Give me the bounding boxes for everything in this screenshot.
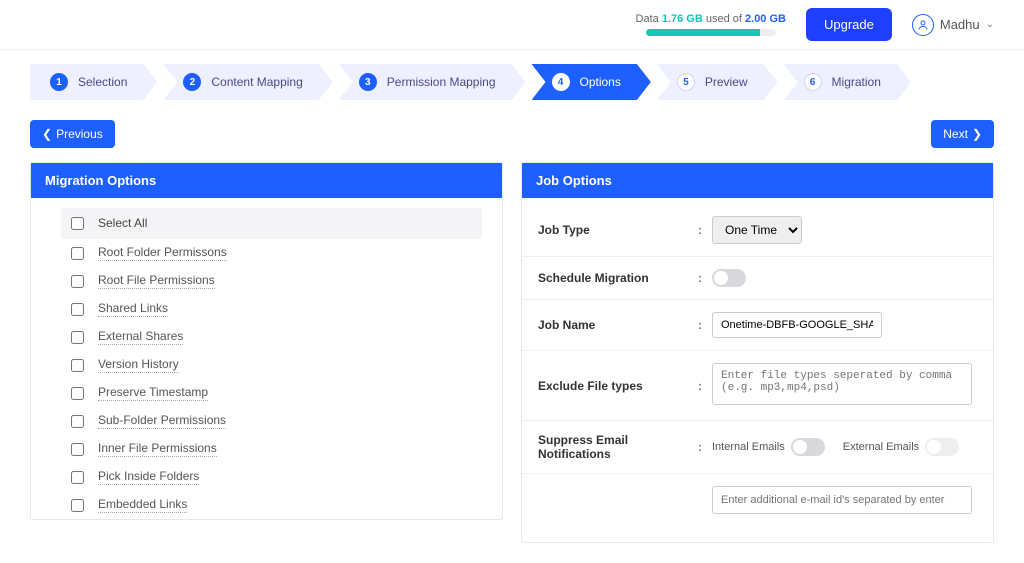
job-type-select[interactable]: One Time: [712, 216, 802, 244]
exclude-label: Exclude File types: [538, 379, 698, 393]
job-options-panel: Job Options Job Type : One Time Schedule…: [521, 162, 994, 543]
option-checkbox[interactable]: [71, 471, 84, 484]
step-label: Preview: [705, 75, 748, 89]
option-label: Inner File Permissions: [98, 441, 217, 457]
option-label: Embedded Links: [98, 497, 187, 513]
step-label: Content Mapping: [211, 75, 302, 89]
previous-button[interactable]: ❮ Previous: [30, 120, 115, 148]
step-label: Options: [580, 75, 621, 89]
option-row: Root File Permissions: [71, 267, 482, 295]
option-row: Root Folder Permissons: [71, 239, 482, 267]
next-button[interactable]: Next ❯: [931, 120, 994, 148]
data-used-of: used of: [706, 13, 742, 25]
option-label: Sub-Folder Permissions: [98, 413, 226, 429]
option-row: Inner File Permissions: [71, 435, 482, 463]
schedule-label: Schedule Migration: [538, 271, 698, 285]
top-bar: Data 1.76 GB used of 2.00 GB Upgrade Mad…: [0, 0, 1024, 50]
step-number: 2: [183, 73, 201, 91]
option-label: Root File Permissions: [98, 273, 215, 289]
option-checkbox[interactable]: [71, 247, 84, 260]
step-options[interactable]: 4 Options: [532, 64, 651, 100]
suppress-row: Suppress Email Notifications : Internal …: [522, 421, 993, 474]
user-menu[interactable]: Madhu ⌄: [912, 14, 994, 36]
username-label: Madhu: [940, 17, 980, 32]
exclude-row: Exclude File types :: [522, 351, 993, 421]
option-row: Pick Inside Folders: [71, 463, 482, 491]
select-all-checkbox[interactable]: [71, 217, 84, 230]
option-checkbox[interactable]: [71, 499, 84, 512]
job-name-input[interactable]: [712, 312, 882, 338]
step-preview[interactable]: 5 Preview: [657, 64, 778, 100]
internal-emails-label: Internal Emails: [712, 441, 785, 453]
step-number: 4: [552, 73, 570, 91]
step-selection[interactable]: 1 Selection: [30, 64, 157, 100]
additional-emails-input[interactable]: [712, 486, 972, 514]
select-all-label: Select All: [98, 216, 147, 231]
usage-progress: [646, 29, 776, 36]
option-checkbox[interactable]: [71, 331, 84, 344]
option-row: Embedded Links: [71, 491, 482, 519]
job-name-label: Job Name: [538, 318, 698, 332]
nav-row: ❮ Previous Next ❯: [0, 110, 1024, 162]
panels: Migration Options Select All Root Folder…: [0, 162, 1024, 563]
external-emails-toggle[interactable]: [925, 438, 959, 456]
data-usage: Data 1.76 GB used of 2.00 GB: [636, 13, 786, 36]
option-label: Pick Inside Folders: [98, 469, 199, 485]
next-label: Next: [943, 127, 968, 141]
option-checkbox[interactable]: [71, 359, 84, 372]
chevron-left-icon: ❮: [42, 127, 52, 141]
step-number: 6: [804, 73, 822, 91]
internal-emails-toggle[interactable]: [791, 438, 825, 456]
option-checkbox[interactable]: [71, 443, 84, 456]
migration-options-title: Migration Options: [31, 163, 502, 198]
chevron-right-icon: ❯: [972, 127, 982, 141]
step-migration[interactable]: 6 Migration: [784, 64, 911, 100]
schedule-row: Schedule Migration :: [522, 257, 993, 300]
step-number: 1: [50, 73, 68, 91]
option-row: Version History: [71, 351, 482, 379]
chevron-down-icon: ⌄: [986, 19, 994, 30]
step-permission-mapping[interactable]: 3 Permission Mapping: [339, 64, 526, 100]
schedule-toggle[interactable]: [712, 269, 746, 287]
job-type-label: Job Type: [538, 223, 698, 237]
option-row: External Shares: [71, 323, 482, 351]
option-checkbox[interactable]: [71, 415, 84, 428]
option-checkbox[interactable]: [71, 303, 84, 316]
option-row: Preserve Timestamp: [71, 379, 482, 407]
avatar-icon: [912, 14, 934, 36]
option-row: Shared Links: [71, 295, 482, 323]
job-options-title: Job Options: [522, 163, 993, 198]
migration-options-panel: Migration Options Select All Root Folder…: [30, 162, 503, 520]
data-total-value: 2.00 GB: [745, 13, 786, 25]
step-label: Permission Mapping: [387, 75, 496, 89]
option-label: External Shares: [98, 329, 183, 345]
stepper: 1 Selection 2 Content Mapping 3 Permission Ma…: [0, 50, 1024, 110]
external-emails-label: External Emails: [843, 441, 919, 453]
suppress-label: Suppress Email Notifications: [538, 433, 698, 461]
job-name-row: Job Name :: [522, 300, 993, 351]
step-content-mapping[interactable]: 2 Content Mapping: [163, 64, 332, 100]
additional-emails-row: [522, 474, 993, 526]
option-label: Version History: [98, 357, 179, 373]
option-row: Sub-Folder Permissions: [71, 407, 482, 435]
step-label: Migration: [832, 75, 881, 89]
data-label: Data: [636, 13, 659, 25]
option-checkbox[interactable]: [71, 387, 84, 400]
step-number: 3: [359, 73, 377, 91]
step-number: 5: [677, 73, 695, 91]
select-all-row[interactable]: Select All: [61, 208, 482, 239]
exclude-filetypes-input[interactable]: [712, 363, 972, 405]
job-type-row: Job Type : One Time: [522, 204, 993, 257]
option-label: Preserve Timestamp: [98, 385, 208, 401]
option-label: Shared Links: [98, 301, 168, 317]
step-label: Selection: [78, 75, 127, 89]
upgrade-button[interactable]: Upgrade: [806, 8, 892, 41]
migration-options-list: Select All Root Folder Permissons Root Fi…: [31, 198, 502, 519]
data-used-value: 1.76 GB: [662, 13, 703, 25]
previous-label: Previous: [56, 127, 103, 141]
option-label: Root Folder Permissons: [98, 245, 227, 261]
option-checkbox[interactable]: [71, 275, 84, 288]
